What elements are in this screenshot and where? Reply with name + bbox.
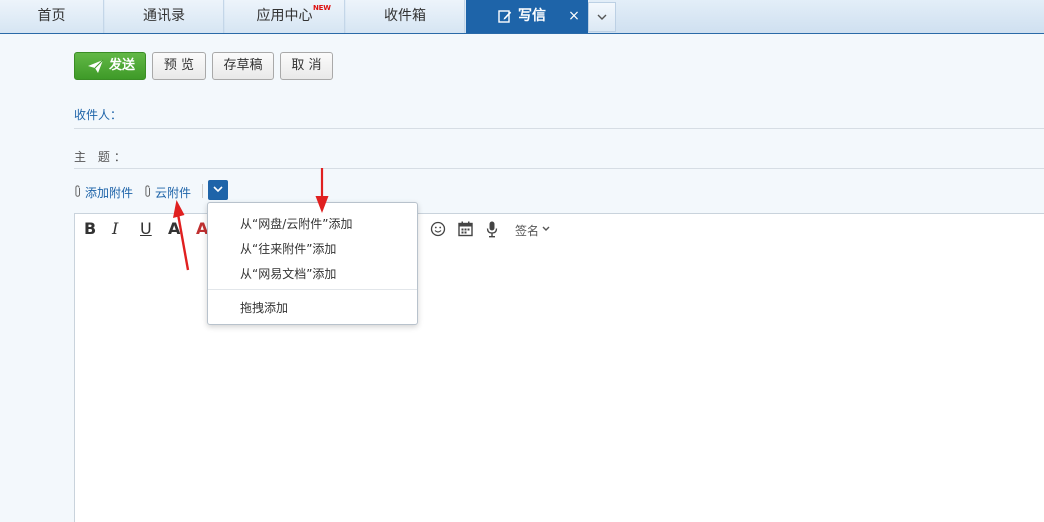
- signature-label: 签名: [515, 224, 540, 238]
- tab-more-button[interactable]: [588, 2, 616, 32]
- mic-icon[interactable]: [486, 221, 498, 238]
- tab-write-label: 写信: [518, 8, 546, 24]
- recipient-label: 收件人：: [74, 108, 123, 122]
- annotation-arrow-up: [173, 200, 190, 271]
- chevron-down-icon: [597, 14, 607, 20]
- pen-icon: [498, 10, 512, 23]
- tab-apps[interactable]: 应用中心 NEW: [225, 0, 345, 33]
- new-badge: NEW: [313, 4, 331, 12]
- close-icon[interactable]: ×: [566, 0, 582, 33]
- subject-divider: [74, 168, 1044, 169]
- menu-item-netdisk[interactable]: 从“网盘/云附件”添加: [240, 215, 352, 232]
- save-draft-button[interactable]: 存草稿: [212, 52, 274, 80]
- chevron-down-icon: [213, 186, 223, 193]
- recipient-input[interactable]: [124, 102, 1024, 126]
- italic-button[interactable]: I: [112, 220, 118, 238]
- cloud-attachment-label: 云附件: [155, 186, 192, 200]
- menu-item-past-attachments[interactable]: 从“往来附件”添加: [240, 240, 336, 257]
- cancel-button[interactable]: 取 消: [280, 52, 333, 80]
- chevron-down-icon: [542, 226, 550, 231]
- attachment-separator: [202, 184, 203, 198]
- preview-button[interactable]: 预 览: [152, 52, 206, 80]
- send-label: 发送: [109, 58, 136, 73]
- subject-input[interactable]: [124, 144, 1024, 168]
- annotation-arrow-down: [315, 168, 329, 213]
- paperclip-icon: [75, 185, 80, 197]
- menu-item-drag-drop[interactable]: 拖拽添加: [240, 299, 288, 316]
- add-attachment-label: 添加附件: [85, 186, 134, 200]
- send-button[interactable]: 发送: [74, 52, 146, 80]
- attachment-menu-toggle[interactable]: [208, 180, 228, 200]
- calendar-icon[interactable]: [458, 221, 473, 237]
- emoji-icon[interactable]: [430, 221, 446, 237]
- subject-label: 主 题：: [74, 150, 130, 164]
- paperclip-icon: [145, 185, 150, 197]
- tab-contacts[interactable]: 通讯录: [105, 0, 224, 33]
- menu-divider: [208, 289, 417, 290]
- tab-inbox[interactable]: 收件箱: [346, 0, 465, 33]
- tab-bar: 首页 通讯录 应用中心 NEW 收件箱 写信 ×: [0, 0, 1044, 34]
- bold-button[interactable]: B: [84, 220, 96, 238]
- tab-write[interactable]: 写信 ×: [466, 0, 588, 33]
- menu-item-netease-docs[interactable]: 从“网易文档”添加: [240, 265, 336, 282]
- tab-apps-label: 应用中心: [256, 8, 313, 24]
- paper-plane-icon: [88, 59, 104, 73]
- recipient-divider: [74, 128, 1044, 129]
- underline-button[interactable]: U: [140, 220, 152, 238]
- signature-dropdown[interactable]: 签名: [515, 222, 550, 239]
- tab-home[interactable]: 首页: [0, 0, 104, 33]
- attachment-source-menu: 从“网盘/云附件”添加 从“往来附件”添加 从“网易文档”添加 拖拽添加: [207, 202, 418, 325]
